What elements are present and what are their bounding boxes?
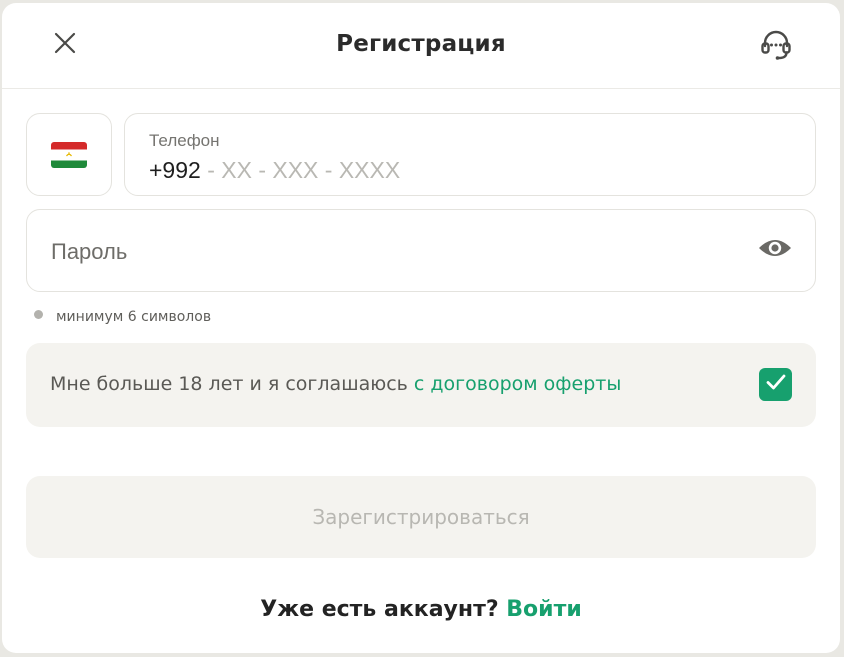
login-question: Уже есть аккаунт? <box>260 597 499 622</box>
agreement-label: Мне больше 18 лет и я соглашаюсь <box>50 373 414 395</box>
password-input[interactable]: Пароль <box>26 209 816 292</box>
page-title: Регистрация <box>336 31 506 57</box>
headset-icon <box>758 27 794 68</box>
support-button[interactable] <box>755 26 797 68</box>
phone-input[interactable]: Телефон +992 - XX - XXX - XXXX <box>124 113 816 196</box>
password-placeholder: Пароль <box>51 239 128 264</box>
registration-modal: Регистрация Телефон +992 - XX - XXX - XX… <box>2 3 840 653</box>
password-hint-text: минимум 6 символов <box>56 309 212 325</box>
checkmark-icon <box>766 373 786 396</box>
login-link[interactable]: Войти <box>506 597 581 622</box>
eye-icon <box>757 235 793 266</box>
hint-bullet-icon <box>34 309 43 319</box>
tajikistan-flag-icon <box>51 141 87 168</box>
phone-label: Телефон <box>149 131 220 150</box>
register-button[interactable]: Зарегистрироваться <box>26 476 816 558</box>
modal-header: Регистрация <box>2 3 840 89</box>
toggle-password-visibility-button[interactable] <box>755 232 795 268</box>
country-selector[interactable] <box>26 113 112 196</box>
agreement-checkbox[interactable] <box>759 368 792 401</box>
phone-mask-placeholder: - XX - XXX - XXXX <box>200 157 401 183</box>
login-prompt: Уже есть аккаунт? Войти <box>2 597 840 622</box>
password-hint: минимум 6 символов <box>34 309 211 325</box>
agreement-text: Мне больше 18 лет и я соглашаюсь с догов… <box>50 373 621 395</box>
phone-prefix: +992 <box>149 157 201 183</box>
phone-value: +992 - XX - XXX - XXXX <box>149 157 400 184</box>
offer-link[interactable]: с договором оферты <box>414 373 621 395</box>
age-agreement-row: Мне больше 18 лет и я соглашаюсь с догов… <box>26 343 816 427</box>
